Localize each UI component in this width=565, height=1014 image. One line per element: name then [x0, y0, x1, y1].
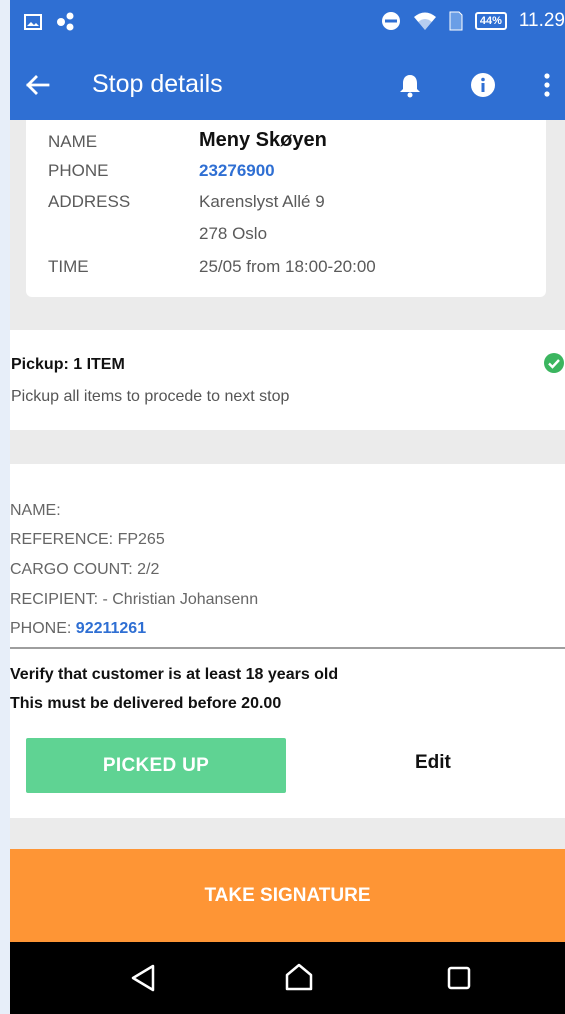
- divider: [10, 647, 565, 649]
- item-phone-link[interactable]: 92211261: [76, 620, 146, 637]
- status-right-icons: 44% 11.29: [381, 10, 565, 32]
- stop-time: 25/05 from 18:00-20:00: [199, 257, 376, 276]
- status-bar: 44% 11.29: [10, 0, 565, 52]
- edit-button[interactable]: Edit: [415, 752, 451, 774]
- name-label: NAME: [48, 132, 98, 151]
- status-left-icons: [24, 12, 76, 32]
- stop-name: Meny Skøyen: [199, 129, 327, 151]
- pickup-subtitle: Pickup all items to procede to next stop: [11, 388, 290, 405]
- nav-home-icon[interactable]: [284, 962, 314, 992]
- item-name: NAME:: [10, 502, 61, 519]
- image-icon: [24, 14, 42, 30]
- more-vertical-icon[interactable]: [540, 70, 554, 100]
- wifi-icon: [413, 12, 436, 30]
- sim-icon: [449, 11, 463, 31]
- picked-up-button[interactable]: PICKED UP: [26, 738, 286, 793]
- nav-recents-icon[interactable]: [447, 966, 471, 990]
- address-label: ADDRESS: [48, 192, 131, 211]
- page-title: Stop details: [92, 70, 223, 98]
- pickup-section: Pickup: 1 ITEM Pickup all items to proce…: [10, 330, 565, 430]
- system-nav-bar: [10, 942, 565, 1014]
- item-reference: REFERENCE: FP265: [10, 531, 165, 548]
- address-line2: 278 Oslo: [199, 224, 268, 243]
- app-bar: Stop details: [10, 52, 565, 120]
- status-time: 11.29: [518, 10, 565, 31]
- item-card: NAME: REFERENCE: FP265 CARGO COUNT: 2/2 …: [10, 464, 565, 818]
- check-circle-icon: [544, 353, 564, 373]
- item-cargo-count: CARGO COUNT: 2/2: [10, 561, 160, 578]
- pickup-title: Pickup: 1 ITEM: [11, 356, 125, 373]
- address-line1: Karenslyst Allé 9: [199, 192, 325, 211]
- bell-icon[interactable]: [397, 72, 423, 98]
- age-verification-note: Verify that customer is at least 18 year…: [10, 666, 339, 683]
- item-phone-row: PHONE: 92211261: [10, 620, 146, 638]
- item-recipient: RECIPIENT: - Christian Johansenn: [10, 591, 259, 608]
- phone-screen: 44% 11.29 Stop details NAME Meny Skøyen …: [10, 0, 565, 1014]
- item-phone-label: PHONE:: [10, 620, 76, 637]
- delivery-deadline-note: This must be delivered before 20.00: [10, 695, 282, 712]
- stop-phone-link[interactable]: 23276900: [199, 161, 275, 181]
- stop-info-card: NAME Meny Skøyen PHONE 23276900 ADDRESS …: [26, 120, 546, 297]
- nav-back-icon[interactable]: [130, 964, 156, 992]
- dnd-icon: [381, 12, 400, 30]
- share-icon: [57, 12, 74, 31]
- back-arrow-icon[interactable]: [22, 70, 52, 100]
- battery-icon: 44%: [474, 12, 507, 30]
- take-signature-button[interactable]: TAKE SIGNATURE: [10, 849, 565, 942]
- time-label: TIME: [48, 257, 89, 276]
- info-icon[interactable]: [470, 72, 496, 98]
- phone-label: PHONE: [48, 161, 109, 180]
